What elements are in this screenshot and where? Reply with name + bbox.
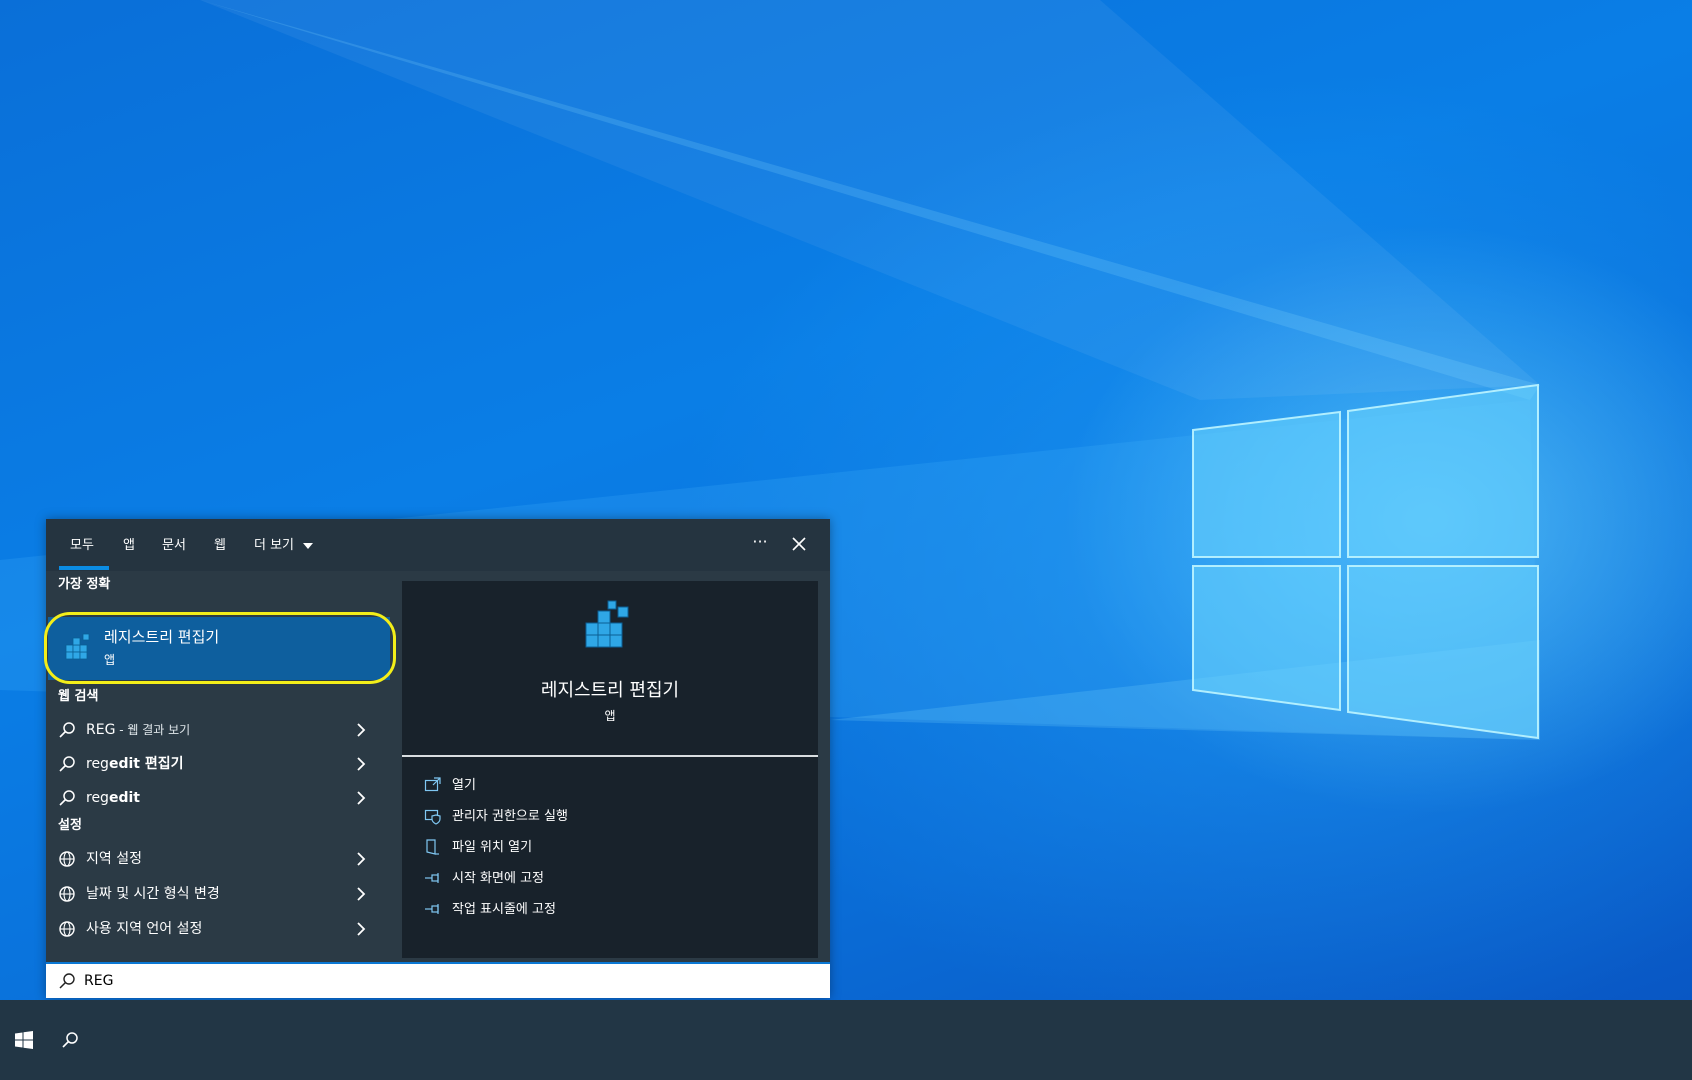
action-run-as-admin[interactable]: 관리자 권한으로 실행 [424,803,804,831]
web-result-suffix: - 웹 결과 보기 [115,723,191,737]
detail-divider [402,755,818,757]
settings-result-row[interactable]: 날짜 및 시간 형식 변경 [46,877,390,911]
file-location-icon [426,839,439,855]
highlight-ring [44,612,396,684]
web-result-text: regedit [86,788,140,808]
taskbar-search-button[interactable] [46,1000,94,1080]
search-icon [59,790,75,806]
tab-all[interactable]: 모두 [70,535,94,557]
more-options-button[interactable]: ··· [746,531,774,557]
settings-result-label: 사용 지역 언어 설정 [86,921,203,937]
web-result-rest: 편집기 [139,756,184,772]
search-icon [62,1032,78,1048]
settings-result-label: 날짜 및 시간 형식 변경 [86,886,220,902]
action-open[interactable]: 열기 [424,772,804,800]
action-label: 관리자 권한으로 실행 [452,809,568,824]
settings-header: 설정 [58,818,82,833]
action-label: 열기 [452,778,476,793]
globe-settings-icon [59,851,75,867]
chevron-right-icon[interactable] [354,921,368,937]
settings-result-row[interactable]: 사용 지역 언어 설정 [46,912,390,946]
web-result-row[interactable]: REG - 웹 결과 보기 [46,713,390,747]
search-icon [59,722,75,738]
registry-editor-icon [585,600,629,648]
tab-apps[interactable]: 앱 [123,535,135,557]
chevron-right-icon[interactable] [354,790,368,806]
web-search-header: 웹 검색 [58,689,99,704]
search-icon [59,756,75,772]
windows-logo-icon [15,1031,33,1049]
search-icon [59,973,75,989]
web-result-bold: edit [108,756,140,772]
chevron-right-icon[interactable] [354,886,368,902]
web-result-query: REG [86,722,116,738]
web-result-text: REG - 웹 결과 보기 [86,720,190,740]
search-tab-bar: 모두 앱 문서 웹 더 보기 ··· [46,519,830,571]
globe-settings-icon [59,886,75,902]
detail-subtitle: 앱 [604,709,616,723]
detail-pane: 레지스트리 편집기 앱 열기 관리자 권한으로 실행 파일 위치 열기 시작 화… [402,581,818,958]
action-label: 파일 위치 열기 [452,840,533,855]
search-panel: 모두 앱 문서 웹 더 보기 ··· 가장 정확 레지스트리 편집기 앱 웹 검… [44,519,830,998]
close-icon [792,537,806,551]
taskbar [0,1000,1692,1080]
settings-result-label: 지역 설정 [86,851,142,867]
results-list: 가장 정확 레지스트리 편집기 앱 웹 검색 REG - 웹 결과 보기 reg… [44,571,396,961]
search-input[interactable] [84,969,804,993]
tab-more-label: 더 보기 [254,538,295,553]
action-pin-to-start[interactable]: 시작 화면에 고정 [424,865,804,893]
active-tab-indicator [59,566,109,570]
globe-settings-icon [59,921,75,937]
action-open-file-location[interactable]: 파일 위치 열기 [424,834,804,862]
web-result-prefix: reg [86,790,109,806]
action-label: 시작 화면에 고정 [452,871,544,886]
settings-result-row[interactable]: 지역 설정 [46,842,390,876]
chevron-down-icon [303,542,314,549]
web-result-bold: edit [108,790,140,806]
chevron-right-icon[interactable] [354,722,368,738]
best-match-header: 가장 정확 [58,577,111,592]
action-pin-to-taskbar[interactable]: 작업 표시줄에 고정 [424,896,804,924]
detail-title: 레지스트리 편집기 [540,680,680,701]
pin-icon [425,904,439,914]
tab-documents[interactable]: 문서 [162,535,186,557]
web-result-row[interactable]: regedit 편집기 [46,747,390,781]
start-button[interactable] [0,1000,48,1080]
pin-icon [425,873,439,883]
open-icon [424,777,441,792]
close-button[interactable] [785,530,813,558]
web-result-prefix: reg [86,756,109,772]
chevron-right-icon[interactable] [354,851,368,867]
web-result-row[interactable]: regedit [46,781,390,815]
search-box[interactable] [46,962,830,998]
chevron-right-icon[interactable] [354,756,368,772]
shield-icon [424,809,441,825]
action-label: 작업 표시줄에 고정 [452,902,556,917]
tab-more[interactable]: 더 보기 [254,535,314,557]
tab-web[interactable]: 웹 [214,535,226,557]
web-result-text: regedit 편집기 [86,754,183,774]
